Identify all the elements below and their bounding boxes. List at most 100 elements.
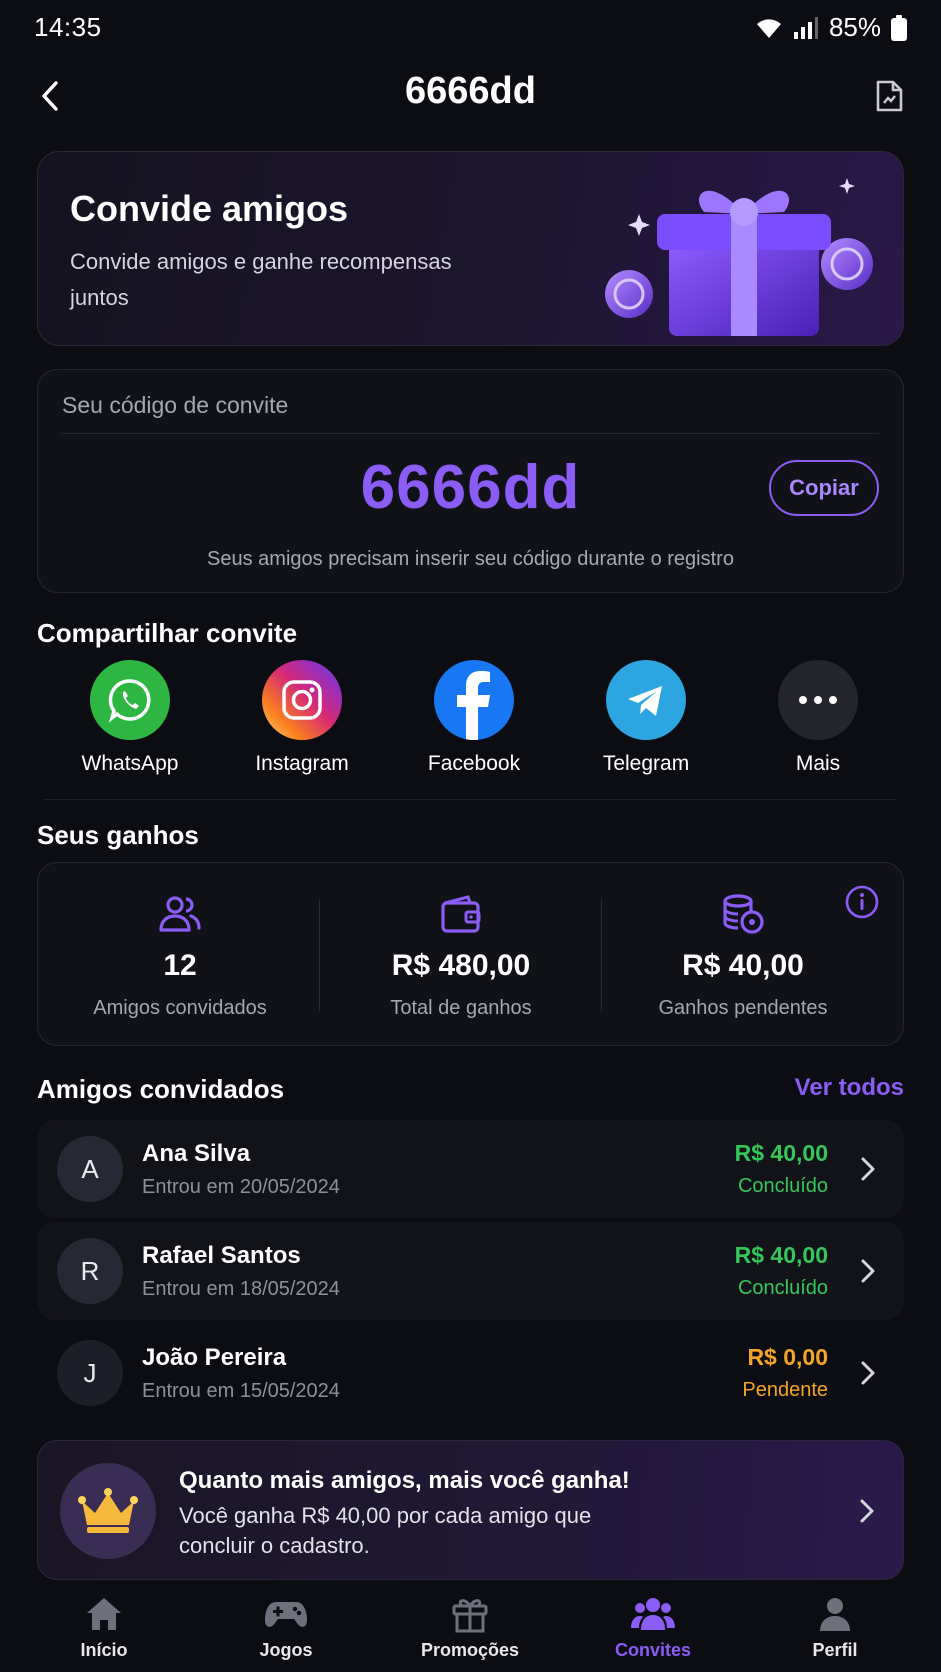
- invite-hero-banner: Convide amigos Convide amigos e ganhe re…: [37, 151, 904, 346]
- stat-value: R$ 480,00: [391, 949, 531, 982]
- friend-amount: R$ 40,00: [734, 1140, 828, 1166]
- document-button[interactable]: [867, 74, 911, 118]
- page-title: 6666dd: [405, 70, 536, 112]
- promo-title: Quanto mais amigos, mais você ganha!: [179, 1467, 630, 1494]
- avatar: J: [57, 1340, 123, 1406]
- friend-row[interactable]: A Ana Silva Entrou em 20/05/2024 R$ 40,0…: [37, 1120, 904, 1218]
- share-whatsapp-button[interactable]: WhatsApp: [44, 660, 216, 776]
- share-label: Instagram: [255, 752, 349, 775]
- status-indicators: 85%: [755, 12, 907, 43]
- promo-text-line2: concluir o cadastro.: [179, 1533, 370, 1558]
- friend-name: Rafael Santos: [142, 1242, 301, 1269]
- avatar: A: [57, 1136, 123, 1202]
- invite-code-card: Seu código de convite 6666dd Copiar Seus…: [37, 369, 904, 593]
- chevron-right-icon: [860, 1499, 874, 1523]
- share-label: WhatsApp: [81, 752, 179, 775]
- share-instagram-button[interactable]: Instagram: [216, 660, 388, 776]
- chevron-right-icon: [861, 1157, 875, 1181]
- stat-total-earnings: R$ 480,00 Total de ganhos: [321, 863, 601, 1047]
- wallet-icon: [440, 891, 482, 937]
- instagram-icon: [262, 660, 342, 740]
- friend-name: Ana Silva: [142, 1140, 251, 1167]
- promo-text: Você ganha R$ 40,00 por cada amigo que c…: [179, 1501, 659, 1561]
- earnings-card: 12 Amigos convidados R$ 480,00 Total de …: [37, 862, 904, 1046]
- share-telegram-button[interactable]: Telegram: [560, 660, 732, 776]
- share-label: Mais: [795, 752, 841, 775]
- friend-row[interactable]: R Rafael Santos Entrou em 18/05/2024 R$ …: [37, 1222, 904, 1320]
- invite-code-note: Seus amigos precisam inserir seu código …: [207, 548, 734, 570]
- nav-label: Promoções: [420, 1640, 520, 1660]
- nav-item-invites[interactable]: Convites: [559, 1594, 747, 1661]
- earnings-section-title: Seus ganhos: [37, 820, 199, 850]
- see-all-link[interactable]: Ver todos: [795, 1074, 904, 1102]
- friend-amount: R$ 40,00: [734, 1242, 828, 1268]
- friend-row[interactable]: J João Pereira Entrou em 15/05/2024 R$ 0…: [37, 1324, 904, 1422]
- nav-label: Convites: [614, 1640, 692, 1660]
- nav-item-games[interactable]: Jogos: [192, 1594, 380, 1661]
- gift-icon: [451, 1594, 489, 1634]
- promo-banner[interactable]: Quanto mais amigos, mais você ganha! Voc…: [37, 1440, 904, 1580]
- share-label: Facebook: [427, 752, 521, 775]
- friend-amount: R$ 0,00: [747, 1344, 828, 1370]
- friend-join-date: Entrou em 18/05/2024: [142, 1278, 340, 1300]
- battery-icon: [891, 14, 907, 41]
- telegram-icon: [606, 660, 686, 740]
- divider: [319, 899, 320, 1011]
- nav-label: Perfil: [812, 1640, 858, 1660]
- crown-icon: [60, 1463, 156, 1559]
- status-time: 14:35: [34, 12, 102, 42]
- divider: [62, 433, 879, 434]
- divider: [601, 899, 602, 1011]
- people-icon: [630, 1594, 676, 1634]
- friends-section-title: Amigos convidados: [37, 1074, 285, 1104]
- hero-title: Convide amigos: [70, 188, 349, 229]
- status-badge: Pendente: [742, 1379, 828, 1401]
- copy-button[interactable]: Copiar: [769, 460, 879, 516]
- friend-name: João Pereira: [142, 1344, 287, 1371]
- avatar: R: [57, 1238, 123, 1304]
- promo-text-line1: Você ganha R$ 40,00 por cada amigo que: [179, 1503, 592, 1528]
- share-facebook-button[interactable]: Facebook: [388, 660, 560, 776]
- stat-label: Amigos convidados: [93, 997, 267, 1019]
- stat-label: Ganhos pendentes: [658, 997, 828, 1019]
- document-icon: [876, 80, 903, 112]
- friend-join-date: Entrou em 20/05/2024: [142, 1176, 340, 1198]
- nav-item-home[interactable]: Início: [10, 1594, 198, 1661]
- status-badge: Concluído: [737, 1175, 828, 1197]
- friend-join-date: Entrou em 15/05/2024: [142, 1380, 340, 1402]
- chevron-right-icon: [861, 1259, 875, 1283]
- wifi-icon: [755, 16, 783, 40]
- chevron-right-icon: [861, 1361, 875, 1385]
- stat-pending-earnings: R$ 40,00 Ganhos pendentes: [603, 863, 883, 1047]
- status-badge: Concluído: [737, 1277, 828, 1299]
- nav-item-promotions[interactable]: Promoções: [376, 1594, 564, 1661]
- more-icon: [778, 660, 858, 740]
- share-label: Telegram: [602, 752, 690, 775]
- facebook-icon: [434, 660, 514, 740]
- gift-box-illustration: [605, 178, 873, 336]
- bottom-navigation: Início Jogos Promoções Convites Perfil: [0, 1586, 941, 1672]
- stat-value: 12: [163, 949, 197, 982]
- info-icon[interactable]: [845, 885, 879, 919]
- share-section-title: Compartilhar convite: [37, 618, 298, 648]
- stat-value: R$ 40,00: [682, 949, 804, 982]
- nav-label: Jogos: [259, 1640, 313, 1660]
- invite-code-label: Seu código de convite: [62, 392, 289, 418]
- stat-label: Total de ganhos: [390, 997, 532, 1019]
- signal-icon: [793, 16, 819, 40]
- nav-item-profile[interactable]: Perfil: [741, 1594, 929, 1661]
- share-options: WhatsApp Instagram Facebook Telegram Mai…: [44, 660, 897, 800]
- coins-icon: [721, 891, 765, 937]
- users-icon: [158, 891, 202, 937]
- hero-subtitle-line1: Convide amigos e ganhe recompensas: [70, 249, 452, 274]
- hero-subtitle: Convide amigos e ganhe recompensas junto…: [70, 244, 510, 316]
- gamepad-icon: [264, 1594, 308, 1634]
- stat-invited-friends: 12 Amigos convidados: [40, 863, 320, 1047]
- share-more-button[interactable]: Mais: [732, 660, 904, 776]
- whatsapp-icon: [90, 660, 170, 740]
- profile-icon: [817, 1594, 853, 1634]
- home-icon: [85, 1594, 123, 1634]
- nav-label: Início: [80, 1640, 128, 1660]
- hero-subtitle-line2: juntos: [70, 285, 129, 310]
- battery-text: 85%: [828, 12, 881, 42]
